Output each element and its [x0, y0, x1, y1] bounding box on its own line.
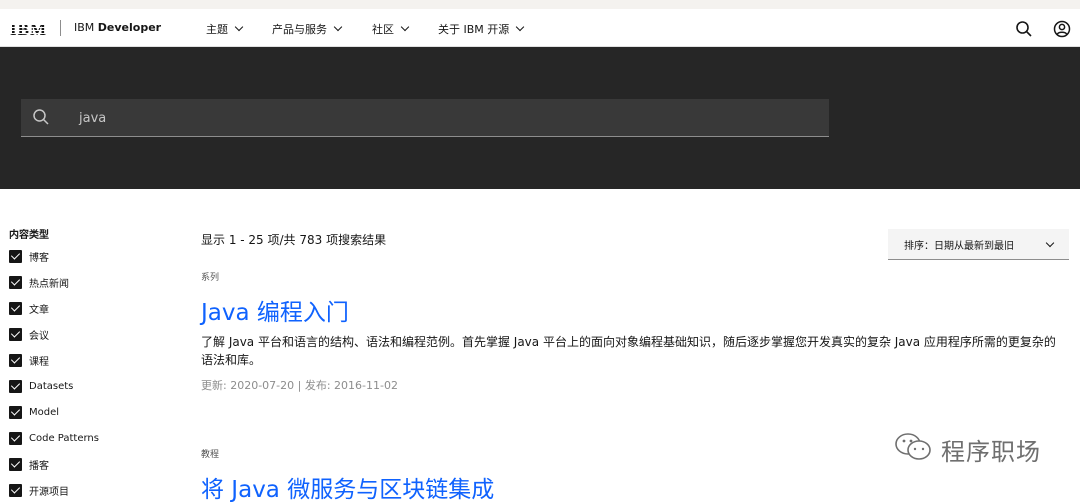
watermark-text: 程序职场 — [941, 437, 1041, 466]
filter-podcasts[interactable]: 播客 — [9, 451, 99, 477]
search-icon[interactable] — [1014, 19, 1034, 39]
filter-label: 播客 — [29, 460, 49, 472]
nav-divider — [60, 20, 61, 36]
menu-label: 主题 — [206, 23, 228, 36]
filter-open-source-projects[interactable]: 开源项目 — [9, 477, 99, 503]
top-strip — [0, 0, 1080, 9]
filter-conferences[interactable]: 会议 — [9, 321, 99, 347]
result-title-link[interactable]: 将 Java 微服务与区块链集成 — [201, 470, 494, 504]
sort-dropdown[interactable]: 排序：日期从最新到最旧 — [888, 229, 1069, 260]
checkbox-checked-icon[interactable] — [9, 457, 22, 471]
menu-community[interactable]: 社区 — [372, 21, 410, 37]
filter-label: Datasets — [29, 380, 74, 392]
filter-blog[interactable]: 博客 — [9, 243, 99, 269]
result-type: 教程 — [201, 450, 220, 460]
filter-code-patterns[interactable]: Code Patterns — [9, 425, 99, 451]
menu-label: 社区 — [372, 23, 394, 36]
top-navigation: IBM IBM Developer 主题 产品与服务 社区 关于 IBM 开源 — [0, 9, 1080, 47]
checkbox-checked-icon[interactable] — [9, 431, 22, 445]
chevron-down-icon — [400, 22, 410, 32]
wechat-watermark: 程序职场 — [893, 430, 1041, 468]
brand-prefix: IBM — [74, 21, 95, 34]
result-type: 系列 — [201, 273, 220, 283]
sort-label: 排序：日期从最新到最旧 — [904, 240, 1014, 252]
chevron-down-icon — [1045, 238, 1055, 248]
chevron-down-icon — [516, 22, 525, 32]
filter-label: 课程 — [29, 356, 49, 368]
brand-name: Developer — [97, 21, 162, 34]
ibm-logo[interactable]: IBM — [10, 20, 47, 40]
filter-label: Code Patterns — [29, 432, 99, 444]
filter-datasets[interactable]: Datasets — [9, 373, 99, 399]
filter-label: 文章 — [29, 304, 49, 316]
menu-label: 产品与服务 — [272, 23, 327, 36]
checkbox-checked-icon[interactable] — [9, 353, 22, 367]
checkbox-checked-icon[interactable] — [9, 301, 22, 315]
checkbox-checked-icon[interactable] — [9, 405, 22, 419]
menu-topics[interactable]: 主题 — [206, 21, 244, 37]
filter-label: 会议 — [29, 330, 49, 342]
checkbox-checked-icon[interactable] — [9, 483, 22, 497]
menu-products[interactable]: 产品与服务 — [272, 21, 343, 37]
result-description: 了解 Java 平台和语言的结构、语法和编程范例。首先掌握 Java 平台上的面… — [201, 335, 1056, 367]
wechat-icon — [893, 430, 933, 468]
filter-courses[interactable]: 课程 — [9, 347, 99, 373]
result-title-link[interactable]: Java 编程入门 — [201, 293, 1061, 327]
search-icon — [32, 108, 50, 126]
search-input[interactable]: java — [21, 99, 829, 137]
filter-label: 热点新闻 — [29, 278, 69, 290]
chevron-down-icon — [234, 22, 244, 32]
checkbox-checked-icon[interactable] — [9, 275, 22, 289]
user-icon[interactable] — [1052, 19, 1072, 39]
filter-label: 开源项目 — [29, 486, 69, 498]
brand-link[interactable]: IBM Developer — [74, 21, 161, 34]
checkbox-checked-icon[interactable] — [9, 379, 22, 393]
filter-label: 博客 — [29, 252, 49, 264]
search-query: java — [79, 111, 107, 126]
filter-news[interactable]: 热点新闻 — [9, 269, 99, 295]
filter-title: 内容类型 — [9, 230, 49, 241]
content-type-filters: 内容类型 博客 热点新闻 文章 会议 课程 Datasets Model Cod… — [9, 226, 99, 503]
filter-model[interactable]: Model — [9, 399, 99, 425]
chevron-down-icon — [333, 22, 343, 32]
results-count: 显示 1 - 25 项/共 783 项搜索结果 — [201, 233, 387, 247]
menu-label: 关于 IBM 开源 — [438, 23, 510, 36]
filter-label: Model — [29, 406, 60, 418]
search-hero: java — [0, 47, 1080, 189]
checkbox-checked-icon[interactable] — [9, 327, 22, 341]
checkbox-checked-icon[interactable] — [9, 249, 22, 263]
result-item: 系列 Java 编程入门 了解 Java 平台和语言的结构、语法和编程范例。首先… — [201, 270, 1061, 393]
menu-about-open-source[interactable]: 关于 IBM 开源 — [438, 21, 525, 37]
filter-articles[interactable]: 文章 — [9, 295, 99, 321]
result-dates: 更新: 2020-07-20 | 发布: 2016-11-02 — [201, 379, 398, 392]
result-item: 教程 将 Java 微服务与区块链集成 — [201, 447, 494, 504]
